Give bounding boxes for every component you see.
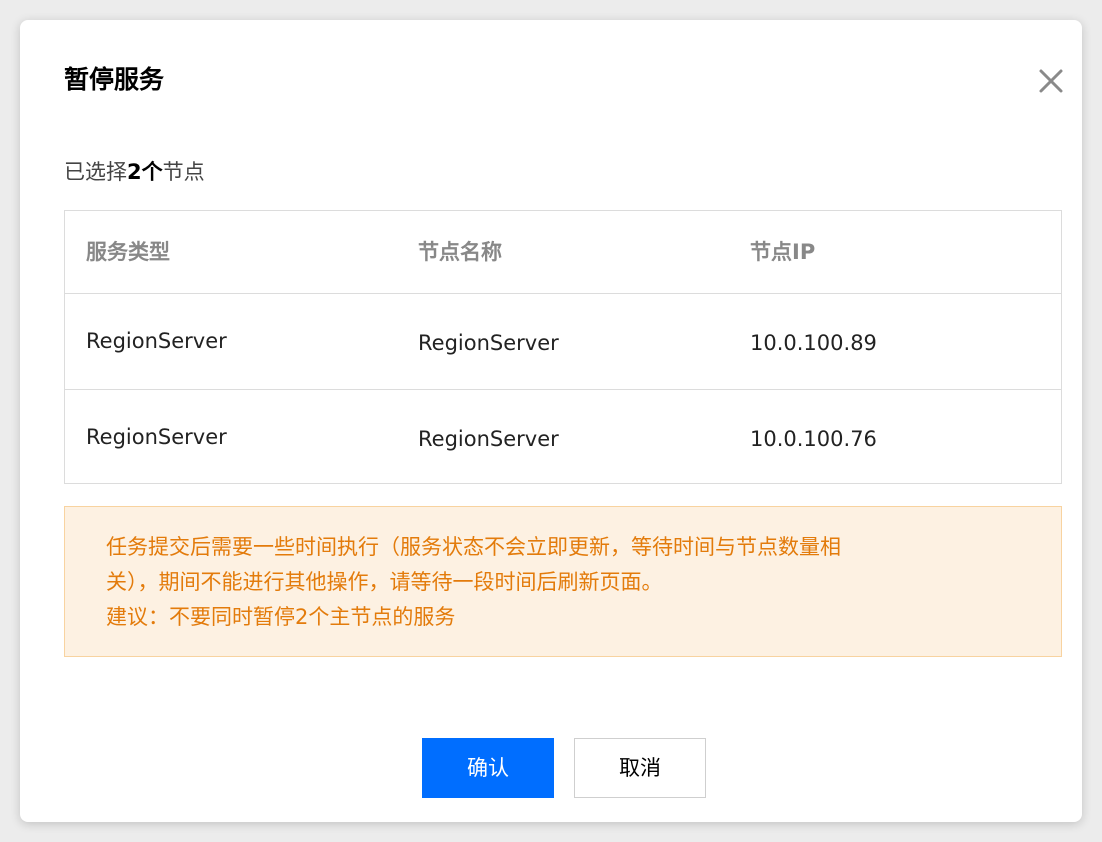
- selected-count: 2个: [127, 160, 163, 184]
- selected-nodes-summary: 已选择2个节点: [64, 158, 205, 186]
- dialog-title: 暂停服务: [64, 65, 165, 94]
- table-header-row: 服务类型 节点名称 节点IP: [65, 211, 1061, 293]
- node-ip-cell: 10.0.100.89: [750, 331, 877, 355]
- selected-prefix: 已选择: [64, 160, 127, 184]
- table-row: RegionServer RegionServer 10.0.100.89: [65, 293, 1061, 389]
- notice-text-line: 关），期间不能进行其他操作，请等待一段时间后刷新页面。: [106, 570, 663, 594]
- notice-suggestion: 建议：不要同时暂停2个主节点的服务: [106, 605, 456, 629]
- confirm-button[interactable]: 确认: [422, 738, 554, 798]
- table-row: RegionServer RegionServer 10.0.100.76: [65, 389, 1061, 484]
- column-header-node-name: 节点名称: [418, 240, 502, 264]
- notice-text-line: 任务提交后需要一些时间执行（服务状态不会立即更新，等待时间与节点数量相: [106, 535, 841, 559]
- nodes-table: 服务类型 节点名称 节点IP RegionServer RegionServer…: [64, 210, 1062, 484]
- node-name-cell: RegionServer: [418, 331, 559, 355]
- service-type-cell: RegionServer: [86, 329, 227, 353]
- cancel-button[interactable]: 取消: [574, 738, 706, 798]
- service-type-cell: RegionServer: [86, 425, 227, 449]
- node-name-cell: RegionServer: [418, 427, 559, 451]
- selected-suffix: 节点: [162, 160, 205, 184]
- close-icon: [1036, 66, 1066, 96]
- column-header-node-ip: 节点IP: [750, 240, 816, 264]
- pause-service-dialog: 暂停服务 已选择2个节点 服务类型 节点名称 节点IP RegionServer…: [20, 20, 1082, 822]
- node-ip-cell: 10.0.100.76: [750, 427, 877, 451]
- warning-notice: 任务提交后需要一些时间执行（服务状态不会立即更新，等待时间与节点数量相 关），期…: [64, 506, 1062, 657]
- close-button[interactable]: [1036, 66, 1066, 96]
- column-header-service-type: 服务类型: [86, 240, 170, 264]
